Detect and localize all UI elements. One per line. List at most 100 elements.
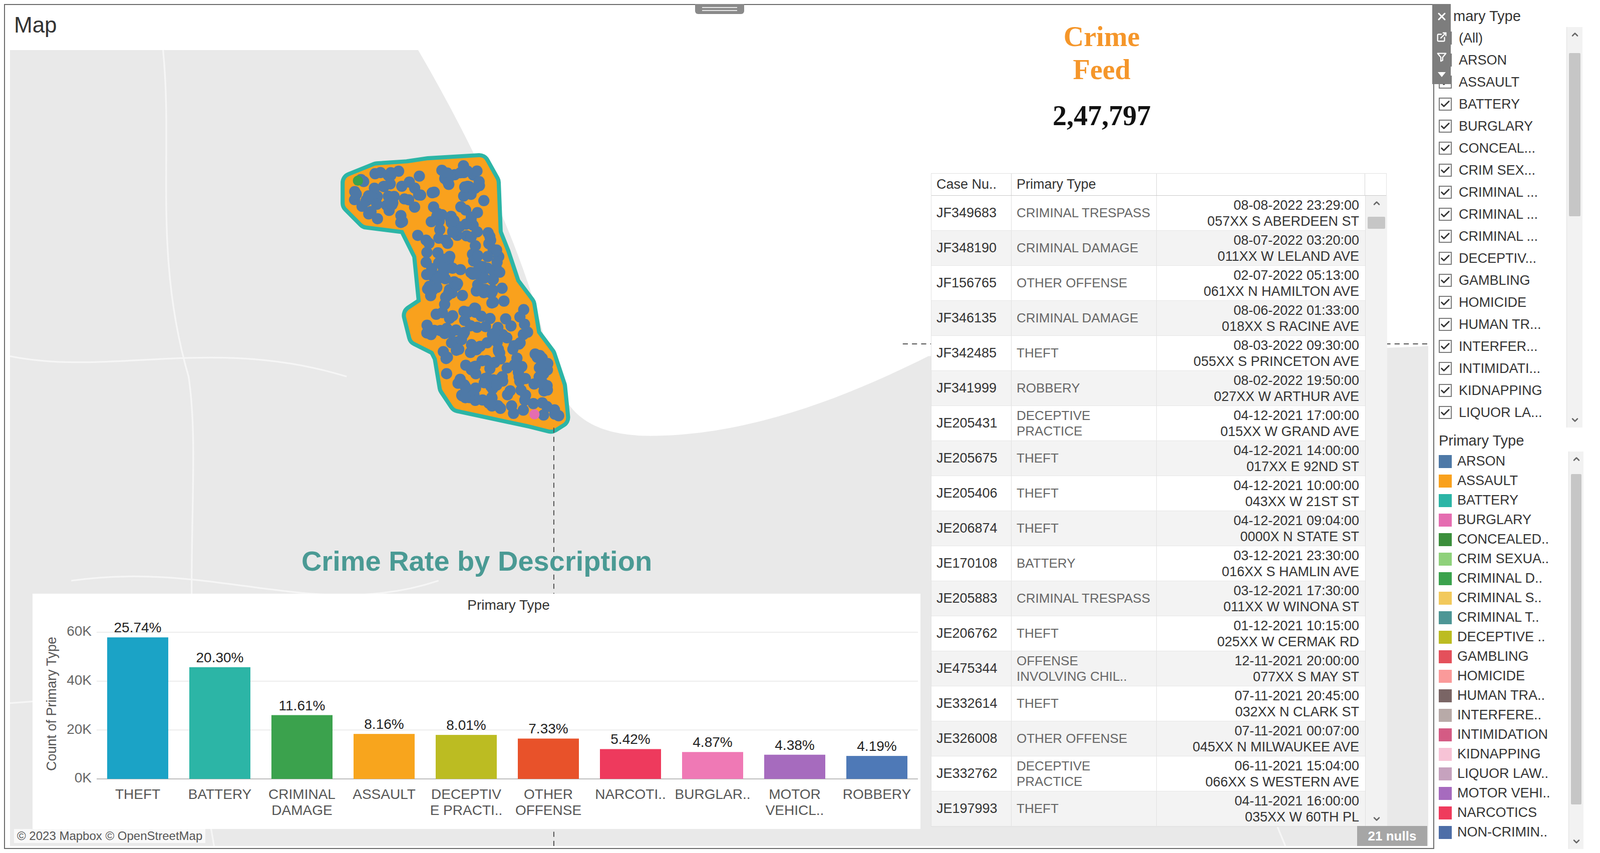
crime-point[interactable] [421,320,433,332]
table-row[interactable]: JE197993THEFT04-11-2021 16:00:00035XX W … [931,791,1366,827]
bar[interactable]: 20.30% [189,650,251,780]
crime-point[interactable] [519,394,531,406]
table-row[interactable]: JE205675THEFT04-12-2021 14:00:00017XX E … [931,441,1366,477]
crime-point[interactable] [350,188,362,200]
table-row[interactable]: JE475344OFFENSE INVOLVING CHIL..12-11-20… [931,651,1366,687]
crime-point[interactable] [432,273,444,285]
filter-item[interactable]: ASSAULT [1438,71,1567,94]
drag-handle[interactable] [695,4,745,15]
legend-item[interactable]: MOTOR VEHI.. [1438,783,1569,804]
crime-point[interactable] [420,256,432,268]
crime-point[interactable] [459,392,471,404]
crime-point[interactable] [494,353,506,365]
filter-item[interactable]: INTIMIDATI... [1438,357,1567,380]
crime-point[interactable] [353,175,364,186]
crime-point[interactable] [441,167,453,179]
crime-point[interactable] [533,362,545,374]
crime-point[interactable] [428,186,440,198]
filter-item[interactable]: CRIMINAL ... [1438,225,1567,248]
crime-point[interactable] [385,198,397,210]
crime-point[interactable] [423,237,435,249]
crime-point[interactable] [518,303,530,315]
filter-scrollbar[interactable] [1566,27,1583,428]
crime-point[interactable] [473,176,485,188]
checkbox[interactable] [1438,317,1452,332]
crime-point[interactable] [472,279,484,291]
scroll-up-button[interactable] [1365,195,1388,211]
table-row[interactable]: JF342485THEFT08-03-2022 09:30:00055XX S … [931,336,1366,372]
crime-point[interactable] [409,201,421,213]
legend-item[interactable]: GAMBLING [1438,647,1569,667]
filter-item[interactable]: LIQUOR LA... [1438,401,1567,424]
crime-point[interactable] [415,189,427,201]
crime-point[interactable] [430,308,442,320]
map-attribution[interactable]: © 2023 Mapbox © OpenStreetMap [14,829,206,844]
bar[interactable]: 11.61% [271,698,333,780]
table-row[interactable]: JE205431DECEPTIVE PRACTICE04-12-2021 17:… [931,406,1366,442]
crime-point[interactable] [363,190,375,202]
crime-point[interactable] [447,309,459,322]
legend-item[interactable]: NON-CRIMIN.. [1438,822,1569,843]
table-row[interactable]: JE326008OTHER OFFENSE07-11-2021 00:07:00… [931,721,1366,757]
legend-item[interactable]: CRIMINAL D.. [1438,568,1569,589]
column-header[interactable]: Primary Type [1011,173,1157,196]
bar[interactable]: 5.42% [599,731,662,780]
bar[interactable]: 8.01% [435,717,497,780]
filter-item[interactable]: CRIMINAL ... [1438,203,1567,226]
filter-item[interactable]: CRIM SEX... [1438,159,1567,182]
crime-point[interactable] [447,226,459,238]
scroll-thumb[interactable] [1570,474,1582,806]
legend-item[interactable]: ARSON [1438,451,1569,472]
filter-item[interactable]: DECEPTIV... [1438,247,1567,270]
crime-point[interactable] [491,256,503,268]
table-row[interactable]: JE205883CRIMINAL TRESPASS03-12-2021 17:3… [931,581,1366,617]
crime-point[interactable] [505,320,517,332]
crime-point[interactable] [448,214,460,226]
crime-point[interactable] [518,318,530,330]
crime-point[interactable] [492,343,504,355]
table-row[interactable]: JF346135CRIMINAL DAMAGE08-06-2022 01:33:… [931,300,1366,337]
scroll-up-button[interactable] [1568,451,1584,467]
checkbox[interactable] [1438,119,1452,133]
crime-point[interactable] [548,404,560,416]
filter-item[interactable]: BATTERY [1438,93,1567,116]
legend-item[interactable]: BATTERY [1438,490,1569,511]
more-icon[interactable] [1437,71,1447,78]
crime-point[interactable] [501,389,513,401]
crime-point[interactable] [413,170,425,182]
crime-point[interactable] [441,368,453,380]
crime-point[interactable] [465,211,477,223]
crime-point[interactable] [517,404,529,416]
legend-item[interactable]: CRIM SEXUA.. [1438,549,1569,569]
table-row[interactable]: JF156765OTHER OFFENSE02-07-2022 05:13:00… [931,265,1366,301]
crime-point[interactable] [478,195,490,207]
crime-point[interactable] [460,381,472,393]
table-scrollbar[interactable] [1365,195,1388,827]
legend-item[interactable]: CONCEALED.. [1438,529,1569,550]
crime-point[interactable] [482,250,494,262]
crime-point[interactable] [397,215,409,227]
filter-item[interactable]: HOMICIDE [1438,291,1567,314]
legend-item[interactable]: LIQUOR LAW.. [1438,764,1569,784]
crime-point[interactable] [465,231,477,243]
crime-point[interactable] [486,284,498,296]
crime-point[interactable] [472,249,484,261]
scroll-track[interactable] [1566,42,1583,413]
checkbox[interactable] [1438,229,1452,243]
legend-item[interactable]: CRIMINAL T.. [1438,607,1569,628]
checkbox[interactable] [1438,295,1452,309]
legend-item[interactable]: KIDNAPPING [1438,744,1569,765]
crime-point[interactable] [537,409,549,421]
crime-point[interactable] [444,250,456,262]
scroll-track[interactable] [1568,466,1584,835]
crime-point[interactable] [541,380,553,392]
crime-point[interactable] [446,262,458,274]
table-row[interactable]: JE206762THEFT01-12-2021 10:15:00025XX W … [931,616,1366,652]
scroll-thumb[interactable] [1367,216,1386,229]
crime-point[interactable] [454,167,466,179]
table-row[interactable]: JF348190CRIMINAL DAMAGE08-07-2022 03:20:… [931,230,1366,266]
scroll-track[interactable] [1365,210,1388,812]
table-row[interactable]: JE205406THEFT04-12-2021 10:00:00043XX W … [931,476,1366,512]
checkbox[interactable] [1438,384,1452,398]
crime-point[interactable] [494,403,506,415]
